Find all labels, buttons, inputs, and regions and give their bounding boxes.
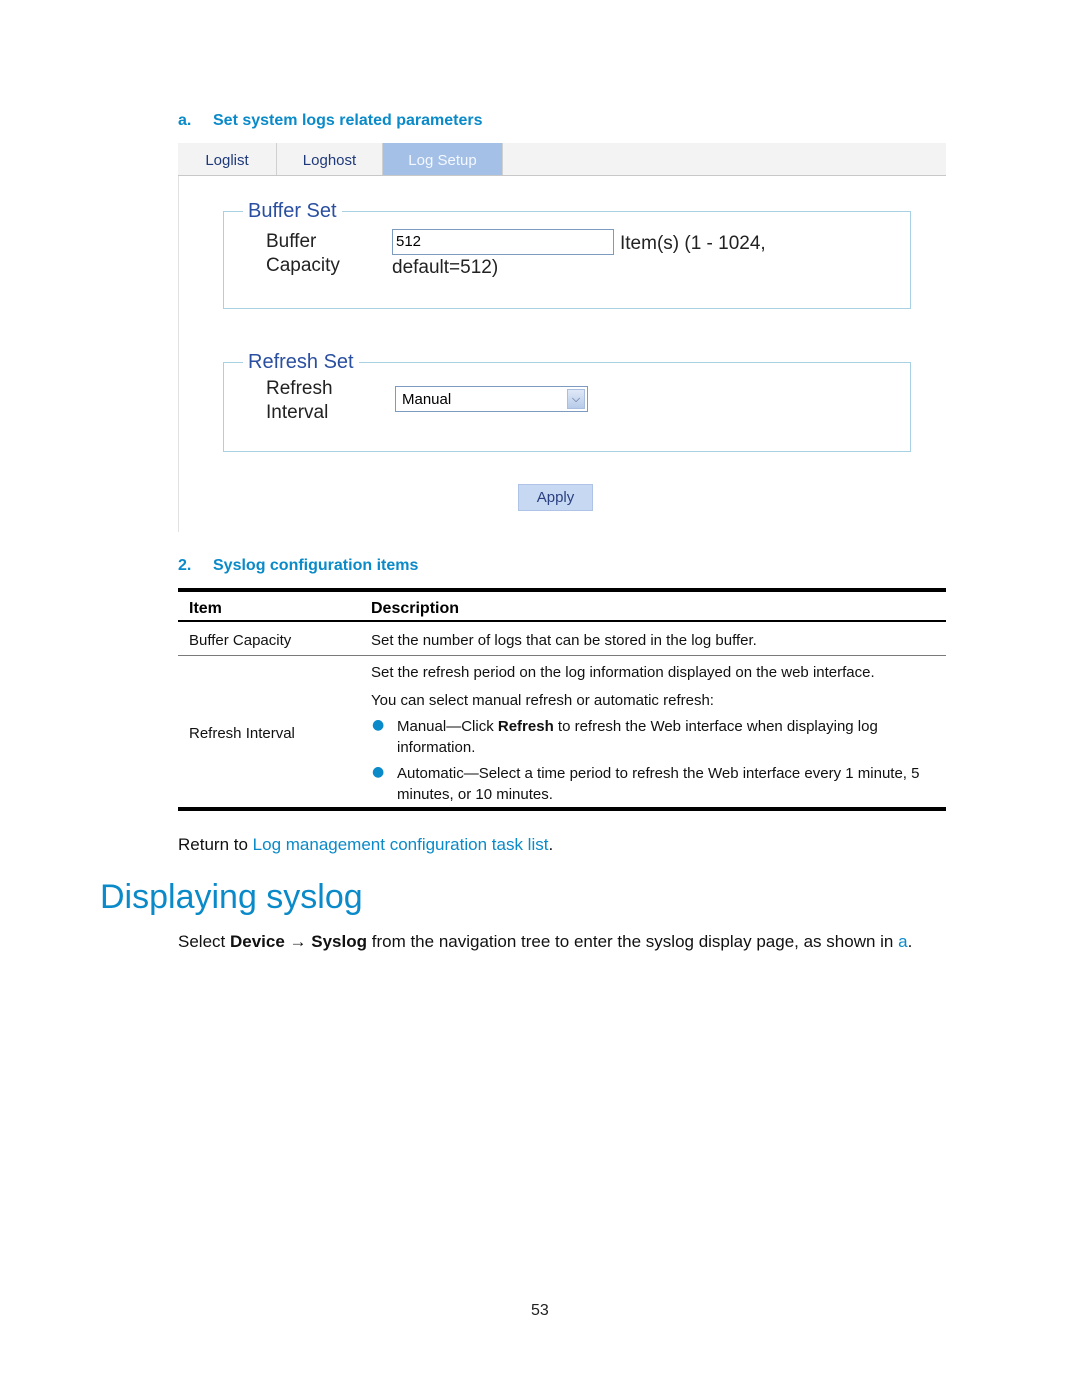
tab-log-setup[interactable]: Log Setup (383, 143, 503, 175)
cell-item: Buffer Capacity (189, 632, 292, 649)
page-number: 53 (531, 1302, 549, 1319)
figure-reference-link[interactable]: a (898, 932, 907, 951)
row-rule (178, 655, 946, 656)
bullet-item: Manual—Click Refresh to refresh the Web … (397, 718, 878, 735)
table-title: Syslog configuration items (213, 557, 419, 574)
cell-description-line: Set the refresh period on the log inform… (371, 664, 875, 681)
cell-item: Refresh Interval (189, 725, 295, 742)
table-bottom-rule (178, 807, 946, 811)
bullet-item-cont: minutes, or 10 minutes. (397, 786, 553, 803)
column-header-item: Item (189, 600, 222, 617)
refresh-interval-label: Refresh Interval (266, 378, 333, 423)
bullet-icon: ● (372, 764, 385, 780)
figure-caption: a. Set system logs related parameters (178, 112, 482, 130)
bullet-item: Automatic—Select a time period to refres… (397, 765, 920, 782)
buffer-capacity-hint-1: Item(s) (1 - 1024, (620, 233, 766, 254)
refresh-interval-select[interactable]: Manual ⌵ (395, 386, 588, 412)
table-caption: 2. Syslog configuration items (178, 557, 418, 575)
figure-label: a. (178, 112, 192, 129)
buffer-set-legend: Buffer Set (243, 200, 342, 223)
cell-description-line: You can select manual refresh or automat… (371, 692, 714, 709)
chevron-down-icon[interactable]: ⌵ (567, 389, 585, 409)
table-top-rule (178, 588, 946, 592)
section-body: Select Device → Syslog from the navigati… (178, 932, 913, 951)
header-rule (178, 620, 946, 622)
figure-border (178, 176, 179, 532)
return-line: Return to Log management configuration t… (178, 835, 554, 854)
apply-button[interactable]: Apply (518, 484, 593, 511)
refresh-set-legend: Refresh Set (243, 351, 359, 374)
section-heading: Displaying syslog (100, 878, 363, 916)
buffer-capacity-label: Buffer Capacity (266, 231, 340, 276)
bullet-icon: ● (372, 717, 385, 733)
refresh-interval-value: Manual (402, 391, 452, 408)
tab-loglist[interactable]: Loglist (178, 143, 277, 175)
tab-bar: Loglist Loghost Log Setup (178, 143, 946, 176)
figure-title: Set system logs related parameters (213, 112, 483, 129)
tab-loghost[interactable]: Loghost (277, 143, 383, 175)
bullet-item-cont: information. (397, 739, 476, 756)
return-link[interactable]: Log management configuration task list (253, 835, 549, 854)
column-header-description: Description (371, 600, 460, 617)
table-label: 2. (178, 557, 192, 574)
buffer-capacity-hint-2: default=512) (392, 257, 499, 278)
buffer-capacity-input[interactable]: 512 (392, 229, 614, 255)
cell-description: Set the number of logs that can be store… (371, 632, 757, 649)
